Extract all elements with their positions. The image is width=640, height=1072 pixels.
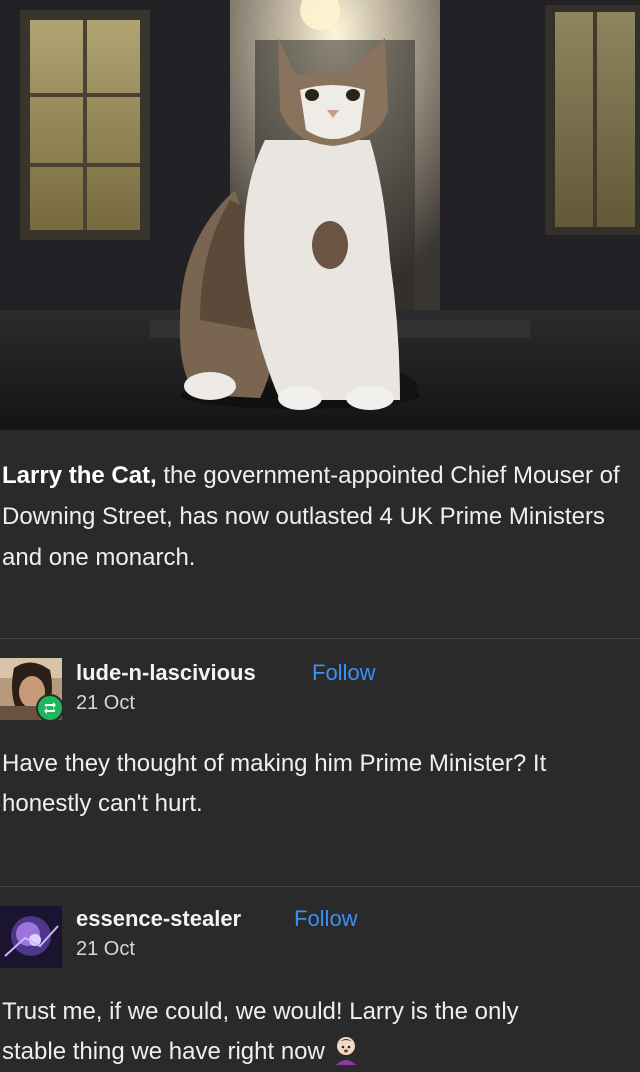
avatar-image-icon	[0, 906, 62, 968]
divider	[0, 886, 640, 887]
post-photo[interactable]	[0, 0, 640, 430]
reply-username[interactable]: essence-stealer	[76, 906, 241, 932]
reply-date: 21 Oct	[76, 692, 135, 714]
reply-text-line: Trust me, if we could, we would! Larry i…	[2, 998, 519, 1025]
reply-header: lude-n-lascivious Follow 21 Oct	[0, 652, 640, 722]
post-caption: Larry the Cat, the government-appointed …	[2, 455, 632, 578]
follow-button[interactable]: Follow	[312, 660, 376, 686]
reply-text-line: stable thing we have right now	[2, 1038, 325, 1065]
caption-bold: Larry the Cat,	[2, 462, 157, 489]
follow-button[interactable]: Follow	[294, 906, 358, 932]
divider	[0, 638, 640, 639]
reply-text-line-with-emoji: stable thing we have right now	[2, 1032, 638, 1072]
reply-text: Have they thought of making him Prime Mi…	[2, 750, 547, 817]
reply-text: Trust me, if we could, we would! Larry i…	[2, 992, 638, 1072]
reply-date: 21 Oct	[76, 938, 135, 960]
cat-photo	[0, 0, 640, 430]
reply-header: essence-stealer Follow 21 Oct	[0, 900, 640, 970]
reblog-badge	[36, 694, 64, 722]
reply-username[interactable]: lude-n-lascivious	[76, 660, 256, 686]
avatar[interactable]	[0, 906, 62, 968]
reblog-icon	[44, 702, 56, 714]
fearful-face-emoji-icon	[335, 1037, 356, 1065]
